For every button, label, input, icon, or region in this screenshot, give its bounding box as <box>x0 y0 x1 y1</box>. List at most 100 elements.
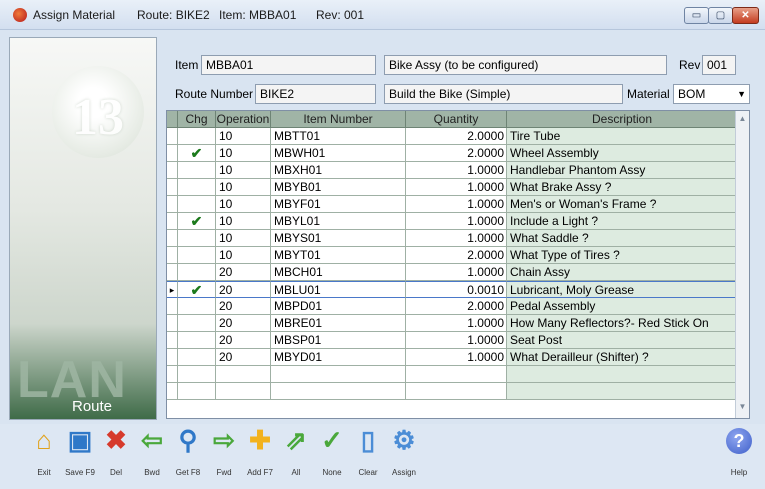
minimize-button[interactable]: ▭ <box>684 7 709 24</box>
table-row[interactable]: 10 MBTT01 2.0000 Tire Tube <box>167 128 737 145</box>
item-number-cell[interactable]: MBCH01 <box>271 264 406 281</box>
quantity-cell[interactable]: 2.0000 <box>406 128 507 145</box>
chg-checkbox[interactable] <box>178 349 216 366</box>
item-number-cell[interactable]: MBXH01 <box>271 162 406 179</box>
description-cell: Lubricant, Moly Grease <box>507 281 737 298</box>
item-field[interactable]: MBBA01 <box>201 55 376 75</box>
operation-cell[interactable] <box>216 383 271 400</box>
column-header-operation[interactable]: Operation <box>216 111 271 128</box>
chg-checkbox[interactable] <box>178 264 216 281</box>
table-row[interactable]: 20 MBYD01 1.0000 What Derailleur (Shifter) … <box>167 349 737 366</box>
operation-cell[interactable]: 10 <box>216 162 271 179</box>
column-header-chg[interactable]: Chg <box>178 111 216 128</box>
quantity-cell[interactable]: 0.0010 <box>406 281 507 298</box>
quantity-cell[interactable]: 1.0000 <box>406 213 507 230</box>
item-number-cell[interactable]: MBLU01 <box>271 281 406 298</box>
table-row[interactable]: 20 MBRE01 1.0000 How Many Reflectors?- Red … <box>167 315 737 332</box>
item-number-cell[interactable]: MBYF01 <box>271 196 406 213</box>
column-header-item-number[interactable]: Item Number <box>271 111 406 128</box>
operation-cell[interactable]: 10 <box>216 128 271 145</box>
item-number-cell[interactable]: MBRE01 <box>271 315 406 332</box>
rev-field[interactable]: 001 <box>702 55 736 75</box>
operation-cell[interactable]: 10 <box>216 179 271 196</box>
table-row[interactable]: 10 MBYT01 2.0000 What Type of Tires ? <box>167 247 737 264</box>
column-header-description[interactable]: Description <box>507 111 737 128</box>
chg-checkbox[interactable] <box>178 298 216 315</box>
quantity-cell[interactable]: 2.0000 <box>406 145 507 162</box>
item-number-cell[interactable]: MBTT01 <box>271 128 406 145</box>
chg-checkbox[interactable] <box>178 162 216 179</box>
operation-cell[interactable]: 20 <box>216 349 271 366</box>
item-number-cell[interactable]: MBYS01 <box>271 230 406 247</box>
item-number-cell[interactable]: MBYD01 <box>271 349 406 366</box>
operation-cell[interactable]: 20 <box>216 298 271 315</box>
chg-checkbox[interactable] <box>178 332 216 349</box>
operation-cell[interactable]: 10 <box>216 213 271 230</box>
operation-cell[interactable]: 20 <box>216 264 271 281</box>
quantity-cell[interactable]: 1.0000 <box>406 349 507 366</box>
table-row[interactable]: ✔ 10 MBWH01 2.0000 Wheel Assembly <box>167 145 737 162</box>
operation-cell[interactable]: 20 <box>216 332 271 349</box>
table-row[interactable]: ✔ 10 MBYL01 1.0000 Include a Light ? <box>167 213 737 230</box>
chg-checkbox[interactable] <box>178 230 216 247</box>
maximize-button[interactable]: ▢ <box>708 7 733 24</box>
table-row[interactable] <box>167 383 737 400</box>
table-row[interactable]: 20 MBCH01 1.0000 Chain Assy <box>167 264 737 281</box>
quantity-cell[interactable]: 1.0000 <box>406 332 507 349</box>
chg-checkbox[interactable] <box>178 247 216 264</box>
material-grid[interactable]: Chg Operation Item Number Quantity Descr… <box>166 110 750 419</box>
quantity-cell[interactable]: 1.0000 <box>406 264 507 281</box>
operation-cell[interactable]: 10 <box>216 230 271 247</box>
chg-checkbox[interactable] <box>178 196 216 213</box>
item-number-cell[interactable] <box>271 383 406 400</box>
chevron-down-icon[interactable]: ▼ <box>737 85 746 103</box>
item-number-cell[interactable]: MBYL01 <box>271 213 406 230</box>
quantity-cell[interactable]: 2.0000 <box>406 298 507 315</box>
table-row[interactable]: 20 MBSP01 1.0000 Seat Post <box>167 332 737 349</box>
table-row[interactable]: ▸ ✔ 20 MBLU01 0.0010 Lubricant, Moly Grease <box>167 281 737 298</box>
scroll-down-icon[interactable]: ▼ <box>736 399 749 415</box>
table-row[interactable]: 20 MBPD01 2.0000 Pedal Assembly <box>167 298 737 315</box>
chg-checkbox[interactable] <box>178 366 216 383</box>
grid-scrollbar[interactable]: ▲ ▼ <box>735 111 749 418</box>
quantity-cell[interactable]: 1.0000 <box>406 230 507 247</box>
operation-cell[interactable]: 10 <box>216 196 271 213</box>
item-number-cell[interactable]: MBSP01 <box>271 332 406 349</box>
quantity-cell[interactable] <box>406 366 507 383</box>
operation-cell[interactable]: 10 <box>216 247 271 264</box>
chg-checkbox[interactable] <box>178 383 216 400</box>
table-row[interactable]: 10 MBYF01 1.0000 Men's or Woman's Frame ? <box>167 196 737 213</box>
operation-cell[interactable] <box>216 366 271 383</box>
item-number-cell[interactable]: MBPD01 <box>271 298 406 315</box>
close-button[interactable]: ✕ <box>732 7 759 24</box>
table-row[interactable]: 10 MBXH01 1.0000 Handlebar Phantom Assy <box>167 162 737 179</box>
quantity-cell[interactable]: 1.0000 <box>406 162 507 179</box>
item-number-cell[interactable] <box>271 366 406 383</box>
route-number-field[interactable]: BIKE2 <box>255 84 376 104</box>
operation-cell[interactable]: 20 <box>216 281 271 298</box>
quantity-cell[interactable]: 1.0000 <box>406 179 507 196</box>
chg-checkbox[interactable] <box>178 315 216 332</box>
assign-button[interactable]: ⚙ Assign <box>386 424 422 484</box>
scroll-up-icon[interactable]: ▲ <box>736 111 749 127</box>
material-select[interactable]: BOM ▼ <box>673 84 750 104</box>
chg-checkbox[interactable] <box>178 128 216 145</box>
chg-checkbox[interactable]: ✔ <box>178 213 216 230</box>
item-number-cell[interactable]: MBYB01 <box>271 179 406 196</box>
quantity-cell[interactable]: 2.0000 <box>406 247 507 264</box>
column-header-quantity[interactable]: Quantity <box>406 111 507 128</box>
operation-cell[interactable]: 20 <box>216 315 271 332</box>
chg-checkbox[interactable]: ✔ <box>178 145 216 162</box>
help-button[interactable]: ? Help <box>721 424 757 484</box>
table-row[interactable]: 10 MBYS01 1.0000 What Saddle ? <box>167 230 737 247</box>
chg-checkbox[interactable]: ✔ <box>178 281 216 298</box>
operation-cell[interactable]: 10 <box>216 145 271 162</box>
chg-checkbox[interactable] <box>178 179 216 196</box>
quantity-cell[interactable]: 1.0000 <box>406 315 507 332</box>
item-number-cell[interactable]: MBYT01 <box>271 247 406 264</box>
table-row[interactable] <box>167 366 737 383</box>
item-number-cell[interactable]: MBWH01 <box>271 145 406 162</box>
quantity-cell[interactable] <box>406 383 507 400</box>
table-row[interactable]: 10 MBYB01 1.0000 What Brake Assy ? <box>167 179 737 196</box>
quantity-cell[interactable]: 1.0000 <box>406 196 507 213</box>
